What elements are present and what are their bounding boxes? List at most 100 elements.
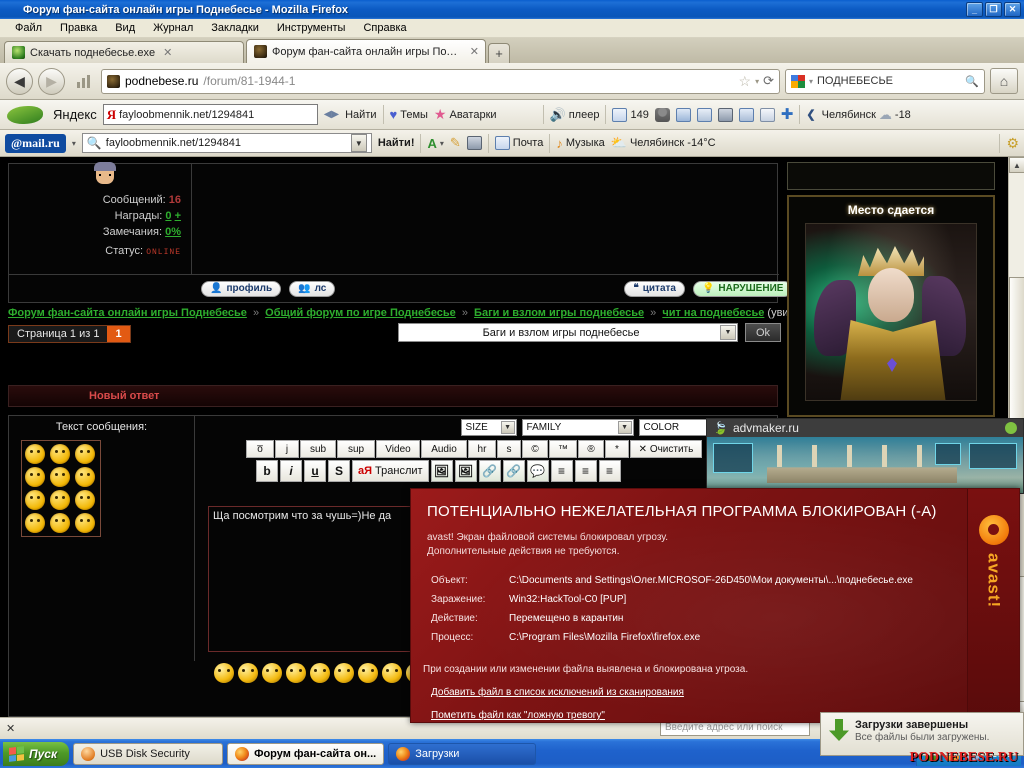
breadcrumb-link-3[interactable]: Баги и взлом игры поднебесье [474, 307, 644, 319]
smiley-icon[interactable] [75, 467, 95, 487]
menu-item-view[interactable]: Вид [106, 20, 144, 36]
chevron-down-icon[interactable]: ▼ [500, 421, 515, 434]
smiley-icon[interactable] [50, 513, 70, 533]
smiley-icon[interactable] [75, 444, 95, 464]
taskbar-item-usb-disk-security[interactable]: USB Disk Security [73, 742, 224, 765]
smiley-icon[interactable] [75, 490, 95, 510]
taskbar-item-downloads[interactable]: Загрузки [388, 742, 537, 765]
size-select[interactable]: SIZE ▼ [460, 419, 517, 436]
doc-icon[interactable] [759, 107, 775, 122]
home-icon[interactable] [675, 107, 691, 122]
maximize-button[interactable]: ❐ [985, 2, 1002, 17]
smiley-icon[interactable] [286, 663, 306, 683]
smiley-grid[interactable] [21, 440, 101, 537]
close-button[interactable]: ✕ [1004, 2, 1021, 17]
mailru-mail-button[interactable]: Почта [494, 136, 543, 150]
tab-download-exe[interactable]: Скачать поднебесье.exe ✕ [4, 41, 244, 63]
strikethrough-button[interactable]: S [328, 460, 350, 482]
mailru-weather-button[interactable]: ⛅ Челябинск -14°C [611, 135, 716, 151]
avast-false-positive-link[interactable]: Пометить файл как "ложную тревогу" [431, 710, 605, 721]
menu-item-edit[interactable]: Правка [51, 20, 106, 36]
advmaker-creative[interactable] [707, 437, 1023, 493]
mailru-find-button[interactable]: Найти! [378, 137, 415, 149]
copyright-button[interactable]: © [522, 440, 548, 458]
bold-button[interactable]: b [256, 460, 278, 482]
forum-jump-ok-button[interactable]: Ok [745, 323, 781, 342]
yandex-mail-button[interactable]: 149 [612, 107, 649, 122]
family-select[interactable]: FAMILY ▼ [521, 419, 634, 436]
smiley-icon[interactable] [75, 513, 95, 533]
tab-close-icon[interactable]: ✕ [163, 46, 172, 59]
new-tab-button[interactable]: + [488, 43, 510, 63]
j-button[interactable]: j [275, 440, 299, 458]
breadcrumb-link-4[interactable]: чит на поднебесье [662, 307, 764, 319]
video-button[interactable]: Video [376, 440, 420, 458]
tab-close-icon[interactable]: ✕ [470, 45, 479, 58]
smiley-icon[interactable] [25, 444, 45, 464]
menu-item-help[interactable]: Справка [354, 20, 415, 36]
chevron-down-icon[interactable]: ▼ [720, 325, 736, 340]
awards-add-link[interactable]: + [175, 210, 181, 222]
mailru-search-input[interactable]: 🔍 fayloobmennik.net/1294841 ▼ [81, 133, 372, 153]
mailru-music-button[interactable]: ♪ Музыка [556, 136, 604, 151]
image-add-icon[interactable]: 🖼 [454, 460, 477, 482]
tab-forum[interactable]: Форум фан-сайта онлайн игры Поднеб... ✕ [246, 39, 486, 63]
violation-button[interactable]: 💡 НАРУШЕНИЕ [692, 280, 793, 297]
warnings-value[interactable]: 0% [165, 226, 181, 238]
avast-exclusion-link[interactable]: Добавить файл в список исключений из ска… [431, 687, 684, 698]
film-icon[interactable] [738, 107, 754, 122]
news-icon[interactable] [696, 107, 712, 122]
smiley-icon[interactable] [358, 663, 378, 683]
yandex-search-input[interactable]: Я fayloobmennik.net/1294841 [102, 104, 318, 125]
link-add-icon[interactable]: 🔗 [478, 460, 501, 482]
chevron-down-icon[interactable]: ▼ [350, 134, 367, 152]
sup-button[interactable]: sup [337, 440, 375, 458]
menu-item-bookmarks[interactable]: Закладки [202, 20, 268, 36]
home-button[interactable]: ⌂ [990, 68, 1018, 94]
smiley-icon[interactable] [262, 663, 282, 683]
asterisk-button[interactable]: * [605, 440, 629, 458]
smiley-icon[interactable] [50, 490, 70, 510]
pagination-current-page[interactable]: 1 [107, 326, 130, 342]
breadcrumb-link-1[interactable]: Форум фан-сайта онлайн игры Поднебесье [8, 307, 247, 319]
bars-icon[interactable] [70, 69, 96, 93]
smiley-icon[interactable] [382, 663, 402, 683]
trademark-button[interactable]: ™ [549, 440, 577, 458]
yandex-weather[interactable]: Челябинск ☁ -18 [822, 107, 911, 123]
start-button[interactable]: Пуск [3, 741, 70, 766]
taskbar-item-forum[interactable]: Форум фан-сайта он... [227, 742, 385, 765]
align-center-icon[interactable]: ≡ [574, 460, 597, 482]
person-icon[interactable] [654, 107, 670, 122]
pm-button[interactable]: 👥 лс [289, 280, 336, 297]
back-button[interactable]: ◀ [6, 67, 33, 95]
smiley-icon[interactable] [238, 663, 258, 683]
smiley-icon[interactable] [25, 467, 45, 487]
menu-item-history[interactable]: Журнал [144, 20, 202, 36]
hr-button[interactable]: hr [468, 440, 496, 458]
awards-value[interactable]: 0 [165, 210, 171, 222]
scroll-up-arrow-icon[interactable]: ▲ [1009, 157, 1024, 173]
link-remove-icon[interactable]: 🔗 [502, 460, 525, 482]
yandex-back-arrow[interactable]: ❮ [806, 108, 815, 121]
yandex-player-button[interactable]: 🔊 плеер [550, 108, 600, 121]
menu-item-tools[interactable]: Инструменты [268, 20, 355, 36]
smiley-icon[interactable] [334, 663, 354, 683]
yandex-themes-button[interactable]: ♥ Темы [390, 108, 428, 121]
registered-button[interactable]: ® [578, 440, 604, 458]
bookmark-star-icon[interactable]: ☆ [739, 73, 752, 90]
forum-jump-select[interactable]: Баги и взлом игры поднебесье ▼ [398, 323, 738, 342]
sidebar-ad-banner[interactable]: Место сдается [787, 195, 995, 417]
smiley-icon[interactable] [50, 444, 70, 464]
align-left-icon[interactable]: ≡ [550, 460, 573, 482]
overline-button[interactable]: o̅ [246, 440, 274, 458]
align-right-icon[interactable]: ≡ [598, 460, 621, 482]
quote-icon[interactable]: 💬 [526, 460, 549, 482]
smiley-icon[interactable] [310, 663, 330, 683]
advmaker-banner[interactable]: 🍃 advmaker.ru [706, 418, 1024, 494]
highlighter-icon[interactable]: ✎ [450, 135, 461, 151]
search-bar[interactable]: ▾ ПОДНЕБЕСЬЕ 🔍 [785, 68, 985, 94]
breadcrumb-link-2[interactable]: Общий форум по игре Поднебесье [265, 307, 456, 319]
audio-button[interactable]: Audio [421, 440, 467, 458]
smiley-icon[interactable] [25, 513, 45, 533]
reload-icon[interactable]: ⟳ [763, 73, 774, 89]
